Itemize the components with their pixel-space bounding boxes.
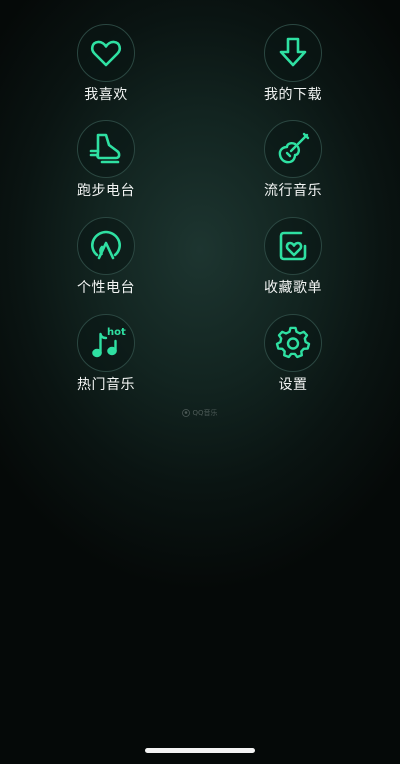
menu-item-label: 我的下载: [264, 87, 322, 103]
icon-circle[interactable]: [77, 24, 135, 82]
menu-item-downloads[interactable]: 我的下载: [238, 24, 348, 116]
icon-circle[interactable]: [264, 24, 322, 82]
playlist-heart-icon: [279, 231, 307, 261]
menu-item-pop-music[interactable]: 流行音乐: [238, 120, 348, 212]
menu-item-label: 收藏歌单: [264, 280, 322, 296]
menu-item-hot-music[interactable]: hot 热门音乐: [51, 314, 161, 406]
heart-icon: [90, 40, 122, 67]
hot-music-icon: hot: [92, 327, 126, 358]
menu-grid: 我喜欢 我的下载 跑步电台 流行音乐 个性电台 收藏歌单 hot 热门音乐 设置: [0, 0, 400, 400]
home-indicator[interactable]: [145, 748, 255, 753]
menu-item-label: 个性电台: [77, 280, 135, 296]
menu-item-settings[interactable]: 设置: [238, 314, 348, 406]
download-icon: [279, 37, 307, 67]
menu-item-label: 跑步电台: [77, 183, 135, 199]
menu-item-label: 设置: [278, 377, 308, 393]
menu-item-running-radio[interactable]: 跑步电台: [51, 120, 161, 212]
icon-circle[interactable]: [77, 120, 135, 178]
watermark-text: QQ音乐: [192, 409, 218, 417]
settings-gear-icon: [275, 326, 311, 359]
menu-item-label: 我喜欢: [84, 87, 128, 103]
icon-circle[interactable]: hot: [77, 314, 135, 372]
icon-circle[interactable]: [264, 217, 322, 275]
icon-circle[interactable]: [264, 120, 322, 178]
guitar-icon: [278, 132, 310, 164]
icon-circle[interactable]: [264, 314, 322, 372]
menu-item-label: 流行音乐: [264, 183, 322, 199]
menu-item-favorites[interactable]: 我喜欢: [51, 24, 161, 116]
menu-item-personal-radio[interactable]: 个性电台: [51, 217, 161, 309]
watermark: QQ音乐: [0, 408, 400, 418]
qq-music-logo-icon: [182, 409, 191, 417]
icon-circle[interactable]: [77, 217, 135, 275]
running-shoe-icon: [89, 133, 121, 164]
menu-item-saved-playlists[interactable]: 收藏歌单: [238, 217, 348, 309]
hot-badge: hot: [107, 327, 126, 338]
radio-broadcast-icon: [91, 230, 121, 260]
menu-item-label: 热门音乐: [77, 377, 135, 393]
